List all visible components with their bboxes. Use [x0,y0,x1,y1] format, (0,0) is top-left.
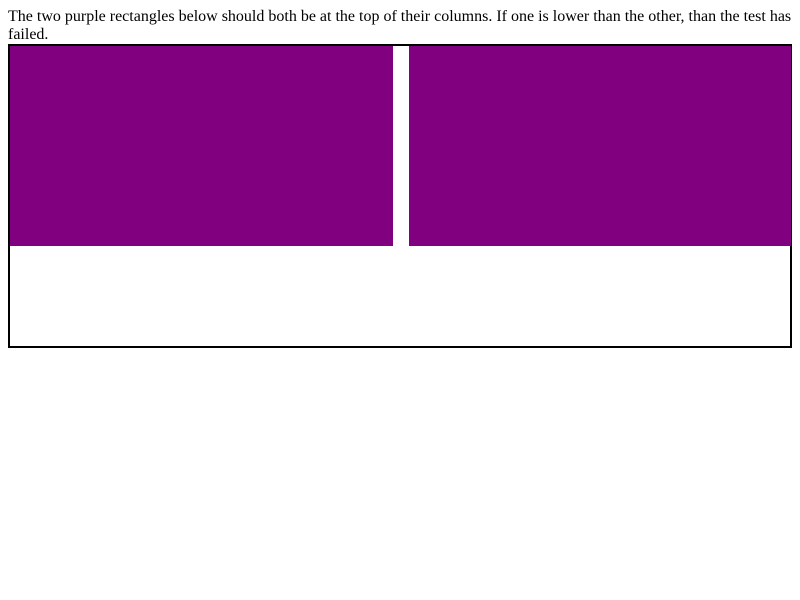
right-purple-rectangle [409,46,791,246]
test-instruction-text: The two purple rectangles below should b… [8,8,792,43]
test-container [8,44,792,348]
right-column [409,46,791,246]
left-column [10,46,393,246]
left-purple-rectangle [10,46,393,246]
